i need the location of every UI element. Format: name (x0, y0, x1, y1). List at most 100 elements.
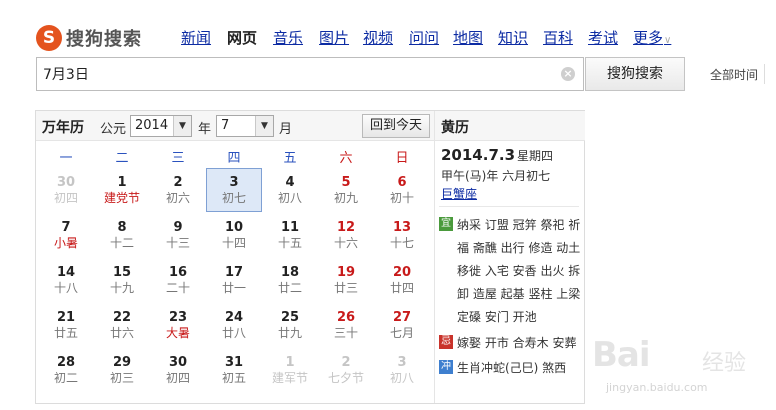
nav-web[interactable]: 网页 (227, 27, 257, 48)
calendar-day[interactable]: 12 十六 (318, 213, 374, 257)
day-number: 1 (285, 355, 295, 370)
calendar-day[interactable]: 4 初八 (262, 168, 318, 212)
back-to-today-button[interactable]: 回到今天 (362, 114, 430, 138)
calendar-day-selected[interactable]: 3 初七 (206, 168, 262, 212)
time-filter-dropdown[interactable]: 全部时间 (710, 66, 758, 83)
nav-images[interactable]: 图片 (319, 27, 349, 48)
weekday-sat: 六 (339, 151, 353, 166)
yi-line: 定磉 安门 开池 (457, 310, 537, 324)
calendar-day[interactable]: 10 十四 (206, 213, 262, 257)
nav-more[interactable]: 更多∨ (633, 27, 671, 48)
calendar-day[interactable]: 14 十八 (38, 258, 94, 302)
calendar-day[interactable]: 22 廿六 (94, 303, 150, 347)
calendar-day[interactable]: 26 三十 (318, 303, 374, 347)
calendar-day[interactable]: 2 七夕节 (318, 348, 374, 392)
nav-news[interactable]: 新闻 (181, 27, 211, 48)
calendar-day[interactable]: 6 初十 (374, 168, 430, 212)
day-number: 31 (224, 355, 244, 370)
weekday-tue: 二 (115, 151, 129, 166)
lunar-date: 廿九 (277, 326, 302, 340)
calendar-day[interactable]: 23 大暑 (150, 303, 206, 347)
weekday-wed: 三 (171, 151, 185, 166)
calendar-day[interactable]: 15 十九 (94, 258, 150, 302)
day-number: 5 (341, 175, 351, 190)
calendar-day[interactable]: 9 十三 (150, 213, 206, 257)
nav-exam[interactable]: 考试 (588, 27, 618, 48)
calendar-day[interactable]: 27 七月 (374, 303, 430, 347)
calendar-day[interactable]: 19 廿三 (318, 258, 374, 302)
day-number: 29 (112, 355, 132, 370)
lunar-date: 七月 (389, 326, 414, 340)
nav-knowledge[interactable]: 知识 (498, 27, 528, 48)
search-button[interactable]: 搜狗搜索 (585, 57, 685, 91)
nav-wenwen[interactable]: 问问 (409, 27, 439, 48)
nav-baike[interactable]: 百科 (543, 27, 573, 48)
calendar-card: 万年历 公元 2014 ▼ 年 7 ▼ 月 回到今天 一 二 三 四 五 六 日… (35, 110, 585, 404)
calendar-day[interactable]: 18 廿二 (262, 258, 318, 302)
dropdown-arrow-icon: ▼ (173, 116, 191, 136)
ji-icon: 忌 (439, 335, 453, 349)
calendar-day[interactable]: 1 建党节 (94, 168, 150, 212)
day-number: 22 (112, 310, 132, 325)
year-select[interactable]: 2014 ▼ (130, 115, 192, 137)
day-number: 27 (392, 310, 412, 325)
almanac-date-value: 2014.7.3 (441, 146, 516, 164)
calendar-day[interactable]: 25 廿九 (262, 303, 318, 347)
search-box: × (36, 57, 584, 91)
clear-icon[interactable]: × (561, 67, 575, 81)
calendar-day[interactable]: 24 廿八 (206, 303, 262, 347)
dropdown-arrow-icon: ▼ (255, 116, 273, 136)
lunar-date: 十七 (389, 236, 414, 250)
lunar-date: 十五 (277, 236, 302, 250)
almanac-title: 黄历 (441, 120, 469, 136)
day-number: 30 (56, 175, 76, 190)
day-number: 12 (336, 220, 356, 235)
calendar-day[interactable]: 31 初五 (206, 348, 262, 392)
calendar-day[interactable]: 8 十二 (94, 213, 150, 257)
day-number: 14 (56, 265, 76, 280)
year-suffix: 年 (198, 122, 212, 137)
calendar-day[interactable]: 30 初四 (38, 168, 94, 212)
day-number: 25 (280, 310, 300, 325)
day-number: 1 (117, 175, 127, 190)
day-number: 16 (168, 265, 188, 280)
lunar-date: 廿一 (221, 281, 246, 295)
calendar-day[interactable]: 17 廿一 (206, 258, 262, 302)
calendar-day[interactable]: 13 十七 (374, 213, 430, 257)
lunar-date: 初二 (53, 371, 78, 385)
almanac-header: 黄历 (435, 111, 585, 141)
weekday-mon: 一 (59, 151, 73, 166)
lunar-date: 十六 (333, 236, 358, 250)
divider (439, 206, 579, 207)
perpetual-calendar: 万年历 公元 2014 ▼ 年 7 ▼ 月 回到今天 一 二 三 四 五 六 日… (36, 111, 434, 403)
nav-video[interactable]: 视频 (363, 27, 393, 48)
calendar-day[interactable]: 30 初四 (150, 348, 206, 392)
nav-map[interactable]: 地图 (453, 27, 483, 48)
search-input[interactable] (41, 61, 555, 87)
sogou-logo[interactable]: S 搜狗搜索 (36, 24, 142, 52)
zodiac-link[interactable]: 巨蟹座 (441, 185, 477, 202)
calendar-day[interactable]: 20 廿四 (374, 258, 430, 302)
lunar-date: 建军节 (271, 371, 308, 385)
lunar-date: 十三 (165, 236, 190, 250)
calendar-day[interactable]: 1 建军节 (262, 348, 318, 392)
almanac-panel: 黄历 2014.7.3 星期四 甲午(马)年 六月初七 巨蟹座 宜 纳采 订盟 冠… (434, 111, 585, 403)
nav-music[interactable]: 音乐 (273, 27, 303, 48)
day-number: 28 (56, 355, 76, 370)
lunar-date: 廿四 (389, 281, 414, 295)
calendar-day[interactable]: 7 小暑 (38, 213, 94, 257)
calendar-day[interactable]: 29 初三 (94, 348, 150, 392)
calendar-day[interactable]: 16 二十 (150, 258, 206, 302)
day-number: 13 (392, 220, 412, 235)
lunar-date: 十八 (53, 281, 78, 295)
calendar-day[interactable]: 21 廿五 (38, 303, 94, 347)
calendar-day[interactable]: 5 初九 (318, 168, 374, 212)
baidu-jingyan-watermark: Bai 经验 jingyan.baidu.com (592, 335, 772, 405)
calendar-day[interactable]: 3 初八 (374, 348, 430, 392)
era-label: 公元 (100, 122, 127, 137)
calendar-day[interactable]: 2 初六 (150, 168, 206, 212)
calendar-day[interactable]: 11 十五 (262, 213, 318, 257)
weekday-sun: 日 (395, 151, 409, 166)
calendar-day[interactable]: 28 初二 (38, 348, 94, 392)
month-select[interactable]: 7 ▼ (216, 115, 274, 137)
